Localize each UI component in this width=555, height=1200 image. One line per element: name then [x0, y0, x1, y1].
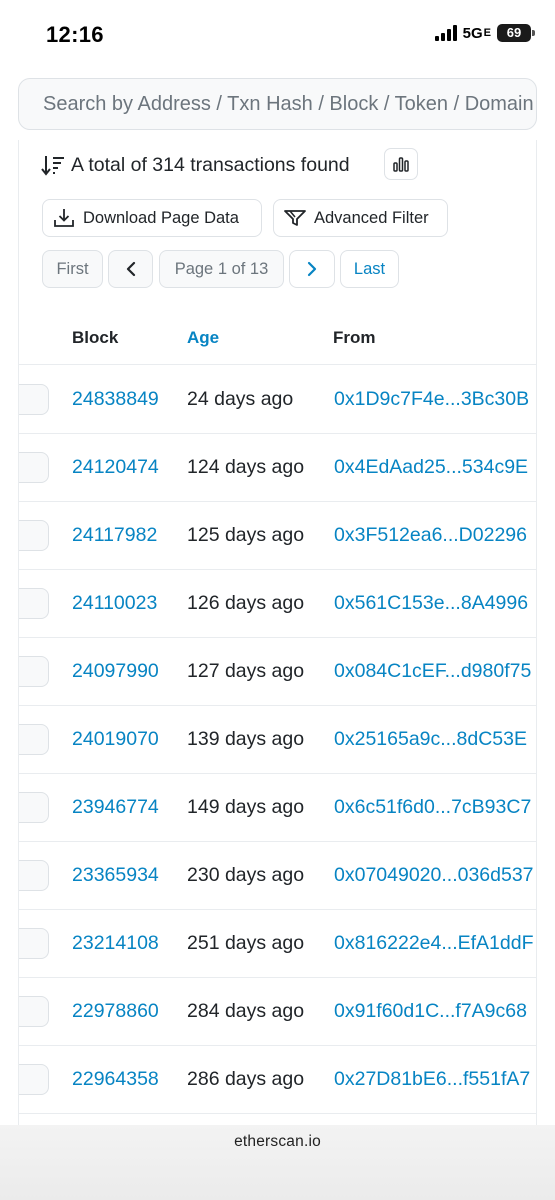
filter-icon: [284, 210, 306, 226]
chart-button[interactable]: [384, 148, 418, 180]
block-link[interactable]: 24120474: [72, 456, 159, 479]
network-suffix: E: [483, 27, 491, 39]
table-header: Block Age From: [19, 310, 536, 365]
row-detail-button[interactable]: [19, 792, 49, 823]
row-detail-button[interactable]: [19, 520, 49, 551]
from-address-link[interactable]: 0x91f60d1C...f7A9c68: [334, 1000, 527, 1023]
from-address-link[interactable]: 0x25165a9c...8dC53E: [334, 728, 527, 751]
table-row: 24120474 124 days ago 0x4EdAad25...534c9E: [19, 434, 536, 502]
row-detail-button[interactable]: [19, 724, 49, 755]
row-detail-button[interactable]: [19, 588, 49, 619]
table-row: 23365934 230 days ago 0x07049020...036d537: [19, 842, 536, 910]
table-row: 22978860 284 days ago 0x91f60d1C...f7A9c68: [19, 978, 536, 1046]
from-address-link[interactable]: 0x1D9c7F4e...3Bc30B: [334, 388, 529, 411]
row-detail-button[interactable]: [19, 928, 49, 959]
table-row: 24838849 24 days ago 0x1D9c7F4e...3Bc30B: [19, 366, 536, 434]
age-cell: 149 days ago: [187, 796, 305, 818]
download-page-data-button[interactable]: Download Page Data: [42, 199, 262, 237]
search-placeholder: Search by Address / Txn Hash / Block / T…: [43, 92, 536, 115]
table-row: 23946774 149 days ago 0x6c51f6d0...7cB93C7: [19, 774, 536, 842]
table-row: 24097990 127 days ago 0x084C1cEF...d980f75: [19, 638, 536, 706]
signal-icon: [434, 25, 457, 41]
age-cell: 230 days ago: [187, 864, 305, 886]
bar-chart-icon: [393, 157, 409, 172]
from-address-link[interactable]: 0x561C153e...8A4996: [334, 592, 528, 615]
from-address-link[interactable]: 0x6c51f6d0...7cB93C7: [334, 796, 531, 819]
column-header-block: Block: [72, 328, 119, 347]
row-detail-button[interactable]: [19, 1064, 49, 1095]
download-icon: [54, 209, 74, 227]
block-link[interactable]: 24019070: [72, 728, 159, 751]
from-address-link[interactable]: 0x4EdAad25...534c9E: [334, 456, 528, 479]
browser-domain: etherscan.io: [234, 1133, 321, 1150]
table-row: 24117982 125 days ago 0x3F512ea6...D02296: [19, 502, 536, 570]
status-time: 12:16: [46, 22, 104, 47]
from-address-link[interactable]: 0x27D81bE6...f551fA7: [334, 1068, 530, 1091]
table-row: 22964358 286 days ago 0x27D81bE6...f551fA7: [19, 1046, 536, 1114]
age-cell: 284 days ago: [187, 1000, 305, 1022]
age-cell: 124 days ago: [187, 456, 305, 478]
chevron-left-icon: [126, 261, 135, 277]
block-link[interactable]: 22978860: [72, 1000, 159, 1023]
age-cell: 126 days ago: [187, 592, 305, 614]
summary-row: A total of 314 transactions found: [41, 150, 350, 180]
row-detail-button[interactable]: [19, 656, 49, 687]
from-address-link[interactable]: 0x07049020...036d537: [334, 864, 534, 887]
advanced-filter-button[interactable]: Advanced Filter: [273, 199, 448, 237]
column-header-from: From: [333, 328, 376, 347]
table-row: 24019070 139 days ago 0x25165a9c...8dC53E: [19, 706, 536, 774]
transactions-card: A total of 314 transactions found Downlo…: [18, 140, 537, 1130]
age-cell: 24 days ago: [187, 388, 294, 410]
pagination-page-indicator: Page 1 of 13: [159, 250, 284, 288]
table-row: 24110023 126 days ago 0x561C153e...8A4996: [19, 570, 536, 638]
from-address-link[interactable]: 0x816222e4...EfA1ddF: [334, 932, 534, 955]
chevron-right-icon: [307, 261, 317, 277]
row-detail-button[interactable]: [19, 452, 49, 483]
block-link[interactable]: 22964358: [72, 1068, 159, 1091]
block-link[interactable]: 23214108: [72, 932, 159, 955]
row-detail-button[interactable]: [19, 384, 49, 415]
age-cell: 125 days ago: [187, 524, 305, 546]
battery-level: 69: [506, 25, 522, 40]
age-cell: 286 days ago: [187, 1068, 305, 1090]
column-header-age[interactable]: Age: [187, 328, 219, 348]
battery-icon: 69: [497, 24, 535, 42]
pagination-next[interactable]: [289, 250, 335, 288]
from-address-link[interactable]: 0x084C1cEF...d980f75: [334, 660, 531, 683]
row-detail-button[interactable]: [19, 996, 49, 1027]
block-link[interactable]: 24097990: [72, 660, 159, 683]
transaction-count: A total of 314 transactions found: [71, 153, 350, 176]
from-address-link[interactable]: 0x3F512ea6...D02296: [334, 524, 527, 547]
pagination-last[interactable]: Last: [340, 250, 399, 288]
search-input[interactable]: Search by Address / Txn Hash / Block / T…: [18, 78, 537, 130]
block-link[interactable]: 23365934: [72, 864, 159, 887]
block-link[interactable]: 24110023: [72, 592, 157, 615]
filter-label: Advanced Filter: [314, 208, 429, 227]
block-link[interactable]: 24838849: [72, 388, 159, 411]
table-row: 23214108 251 days ago 0x816222e4...EfA1ddF: [19, 910, 536, 978]
status-bar: 12:16 5G E 69: [0, 0, 555, 70]
age-cell: 251 days ago: [187, 932, 305, 954]
age-cell: 127 days ago: [187, 660, 305, 682]
pagination-first[interactable]: First: [42, 250, 103, 288]
block-link[interactable]: 24117982: [72, 524, 157, 547]
sort-icon: [41, 156, 64, 176]
pagination-prev[interactable]: [108, 250, 153, 288]
age-cell: 139 days ago: [187, 728, 305, 750]
status-indicators: 5G E 69: [434, 24, 535, 42]
download-label: Download Page Data: [83, 208, 239, 227]
block-link[interactable]: 23946774: [72, 796, 159, 819]
network-label: 5G: [462, 24, 483, 42]
row-detail-button[interactable]: [19, 860, 49, 891]
transactions-table: 24838849 24 days ago 0x1D9c7F4e...3Bc30B 24…: [19, 366, 536, 1114]
